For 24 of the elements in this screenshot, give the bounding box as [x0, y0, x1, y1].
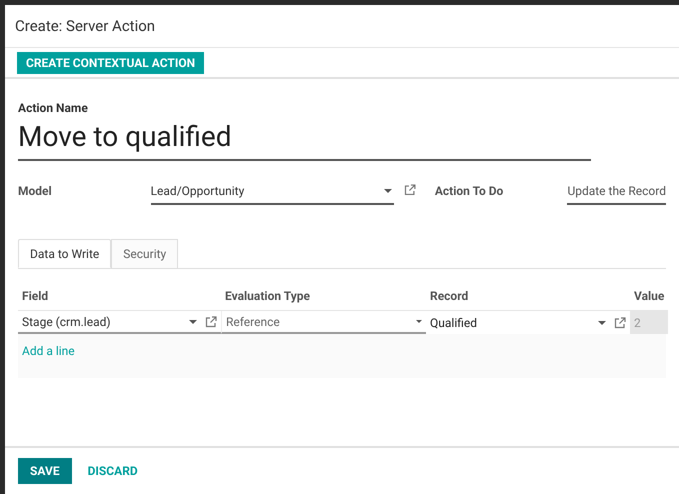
column-header: Field [18, 287, 221, 311]
model-select[interactable]: Lead/Opportunity [150, 182, 394, 205]
column-header: Evaluation Type [221, 287, 426, 311]
action-name-field[interactable]: Move to qualified [18, 119, 591, 161]
caret-icon [416, 320, 422, 323]
record-select[interactable]: Qualified [426, 311, 630, 334]
tab[interactable]: Data to Write [18, 239, 112, 268]
action-select[interactable]: Update the Record [567, 182, 666, 205]
external-link-icon[interactable] [614, 316, 626, 328]
caret-icon [189, 320, 197, 324]
caret-icon [384, 189, 392, 193]
tab[interactable]: Security [111, 239, 178, 268]
save-button[interactable]: SAVE [18, 458, 72, 484]
add-line-link[interactable]: Add a line [22, 344, 75, 358]
column-header: Record [426, 287, 630, 311]
external-link-icon[interactable] [404, 184, 416, 196]
field-label: Action Name [18, 100, 89, 117]
field-label: Action To Do [434, 183, 504, 200]
field-label: Model [18, 183, 53, 200]
external-link-icon[interactable] [205, 316, 217, 328]
create-contextual-action-button[interactable]: CREATE CONTEXTUAL ACTION [17, 52, 204, 74]
dialog-title: Create: Server Action [15, 16, 156, 37]
discard-button[interactable]: DISCARD [86, 458, 140, 484]
caret-icon [598, 320, 606, 324]
